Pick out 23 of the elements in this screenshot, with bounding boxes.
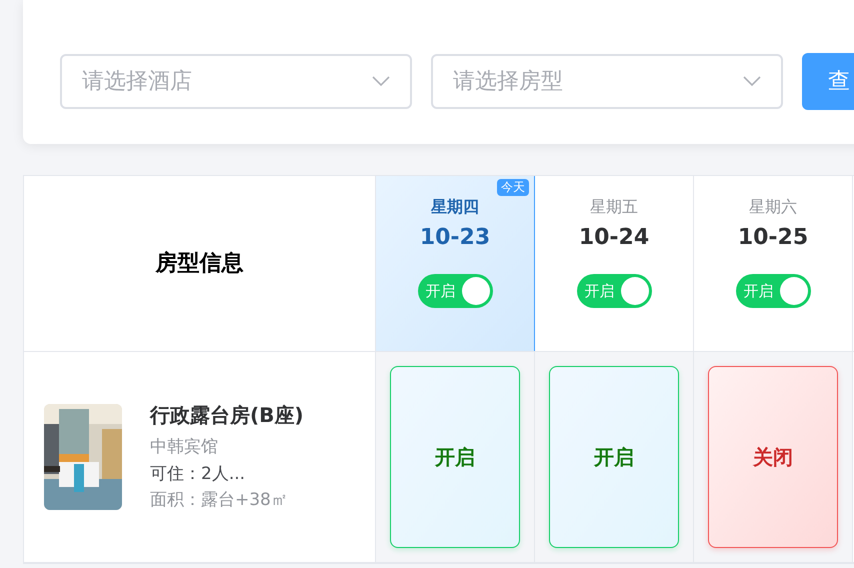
- capacity-text: 可住：2人...: [150, 462, 246, 486]
- select-field[interactable]: 请选择房型: [431, 54, 783, 108]
- column-title: 房型信息: [156, 250, 244, 278]
- chevron-down-icon: [372, 76, 390, 86]
- select-field[interactable]: 请选择酒店: [60, 54, 412, 108]
- date-label: 10-23: [420, 224, 490, 252]
- select-placeholder: 请选择酒店: [82, 68, 192, 96]
- select-placeholder: 请选择房型: [453, 68, 563, 96]
- chevron-down-icon: [743, 76, 761, 86]
- today-badge: 今天: [497, 179, 529, 196]
- weekday-label: 星期四: [431, 196, 479, 218]
- date-label: 10-25: [738, 224, 808, 252]
- date-label: 10-24: [578, 224, 650, 252]
- hotel-name: 中韩宾馆: [150, 436, 219, 460]
- day-header[interactable]: 今天 星期四 10-23 开启: [376, 176, 535, 351]
- weekday-label: 星期五: [590, 196, 638, 218]
- area-text: 面积：露台+38㎡: [150, 489, 289, 512]
- room-name: 行政露台房(B座): [150, 402, 304, 430]
- weekday-label: 星期六: [749, 196, 797, 218]
- status-card[interactable]: 开启: [549, 366, 679, 548]
- status-card[interactable]: 开启: [390, 366, 520, 548]
- query-button[interactable]: 查: [802, 52, 854, 110]
- status-card[interactable]: 关闭: [708, 366, 838, 548]
